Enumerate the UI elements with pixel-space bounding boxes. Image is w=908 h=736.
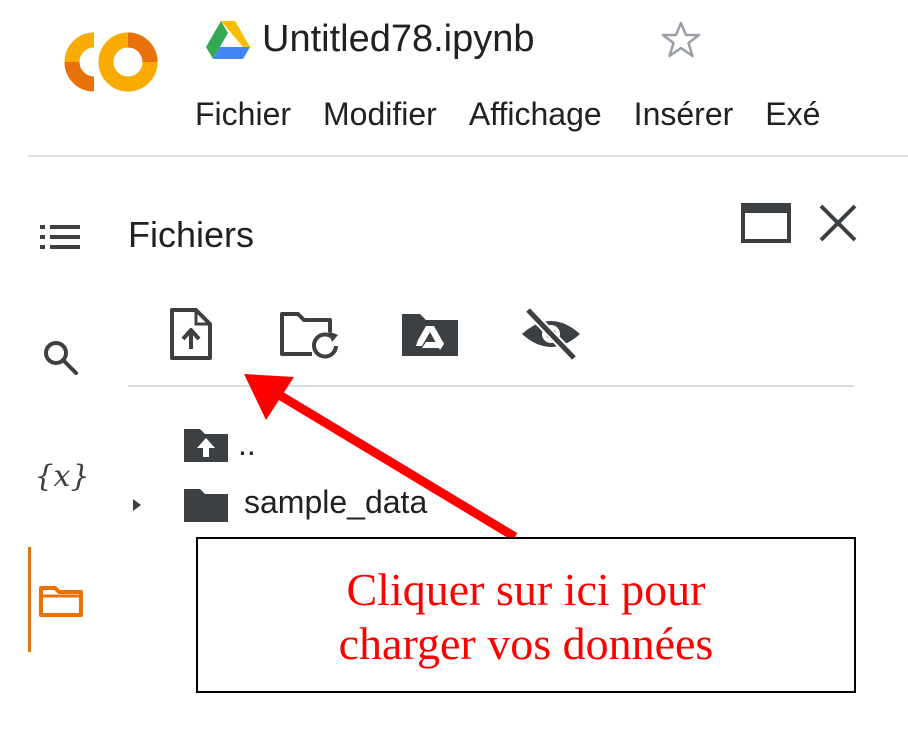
star-icon[interactable] (660, 20, 702, 60)
annotation-callout: Cliquer sur ici pour charger vos données (196, 537, 856, 693)
drive-mount-icon[interactable] (400, 308, 460, 358)
menu-view[interactable]: Affichage (469, 90, 602, 138)
eye-off-icon[interactable] (518, 304, 584, 364)
folder-icon[interactable] (38, 582, 84, 618)
menu-bar: Fichier Modifier Affichage Insérer Exé (195, 90, 908, 140)
colab-window: Untitled78.ipynb Fichier Modifier Affichag… (0, 0, 908, 736)
google-drive-icon[interactable] (206, 21, 250, 59)
upload-icon[interactable] (164, 306, 216, 362)
expand-arrow-icon[interactable] (130, 496, 144, 514)
tree-row-parent-folder[interactable]: .. (180, 420, 380, 472)
menu-insert[interactable]: Insérer (634, 90, 734, 138)
menu-file[interactable]: Fichier (195, 90, 291, 138)
header-divider (28, 155, 908, 157)
colab-logo[interactable] (46, 26, 164, 98)
folder-up-icon (184, 429, 228, 462)
toc-icon[interactable] (38, 217, 82, 257)
folder-refresh-icon[interactable] (278, 306, 342, 362)
panel-title: Fichiers (128, 214, 255, 255)
callout-line-1: Cliquer sur ici pour (346, 564, 706, 615)
document-title[interactable]: Untitled78.ipynb (262, 10, 535, 68)
active-indicator (28, 547, 31, 652)
maximize-icon[interactable] (740, 202, 792, 244)
menu-edit[interactable]: Modifier (323, 90, 437, 138)
tree-label-parent: .. (238, 426, 256, 462)
close-icon[interactable] (815, 200, 861, 246)
folder-icon (184, 489, 228, 522)
menu-runtime[interactable]: Exé (765, 90, 820, 138)
tree-row-sample-data[interactable]: sample_data (120, 478, 480, 530)
search-icon[interactable] (40, 337, 80, 377)
variables-icon[interactable]: {x} (34, 455, 90, 499)
toolbar-divider (128, 385, 854, 387)
callout-line-2: charger vos données (338, 618, 714, 669)
tree-label-sample-data: sample_data (244, 484, 428, 520)
